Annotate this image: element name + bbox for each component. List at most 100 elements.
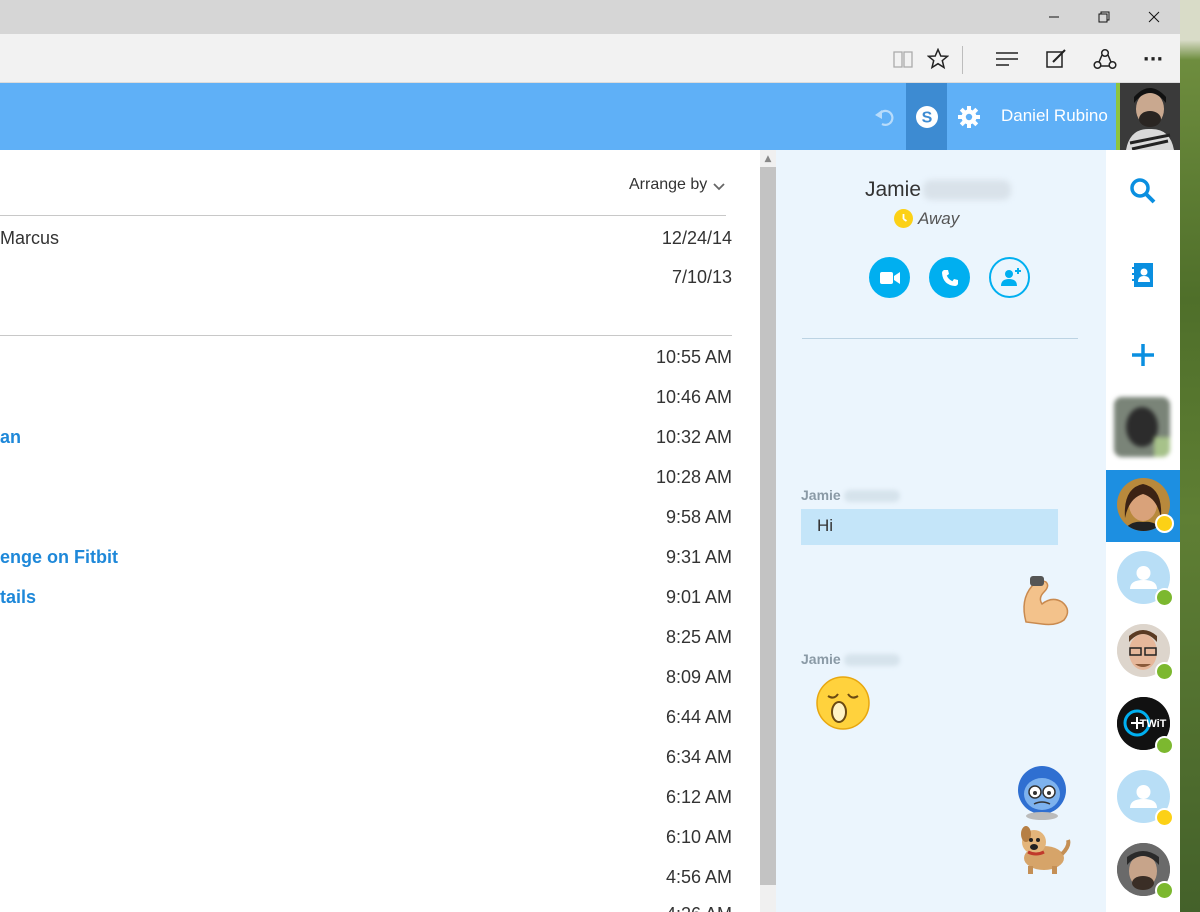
chat-message-bubble: Hi bbox=[801, 509, 1058, 545]
restore-button[interactable] bbox=[1080, 0, 1128, 34]
message-date: 10:55 AM bbox=[655, 347, 732, 367]
add-contact-icon bbox=[1000, 267, 1021, 286]
contact-first-name: Jamie bbox=[865, 178, 922, 201]
message-sender-label: Jamie bbox=[801, 487, 900, 503]
skype-icon: S bbox=[915, 105, 938, 128]
blurred-last-name bbox=[923, 180, 1012, 201]
voice-call-button[interactable] bbox=[929, 257, 970, 298]
sadness-character-emoticon bbox=[1018, 766, 1066, 820]
toolbar-separator bbox=[962, 46, 963, 74]
message-date: 8:09 AM bbox=[665, 667, 732, 687]
message-date: 7/10/13 bbox=[671, 267, 732, 287]
title-bar bbox=[0, 0, 1180, 34]
message-date: 6:12 AM bbox=[665, 787, 732, 807]
svg-text:S: S bbox=[921, 109, 932, 126]
more-icon: ··· bbox=[1142, 48, 1164, 70]
message-date: 6:44 AM bbox=[665, 707, 732, 727]
dog-emoticon bbox=[1021, 826, 1071, 874]
message-date: 8:25 AM bbox=[665, 627, 732, 647]
message-date: 6:10 AM bbox=[665, 827, 732, 847]
blurred-last-name bbox=[843, 654, 900, 667]
contacts-book-icon bbox=[1132, 263, 1153, 287]
scroll-thumb[interactable] bbox=[760, 167, 776, 885]
message-sender[interactable]: Marcus bbox=[0, 228, 59, 249]
message-subject[interactable]: enge on Fitbit bbox=[0, 547, 118, 568]
restore-icon bbox=[1098, 11, 1110, 23]
yawning-emoticon bbox=[816, 676, 870, 730]
chat-header-divider bbox=[802, 338, 1078, 339]
away-status-icon bbox=[894, 209, 913, 228]
skype-chat-panel: Jamie Away Jamie Hi Jamie bbox=[776, 150, 1106, 912]
minimize-button[interactable] bbox=[1030, 0, 1078, 34]
undo-icon bbox=[875, 109, 894, 126]
desktop-wallpaper bbox=[1180, 0, 1200, 912]
contact-status: Away bbox=[918, 209, 960, 228]
close-icon bbox=[1148, 11, 1160, 23]
away-presence-icon bbox=[1155, 514, 1174, 533]
message-date: 12/24/14 bbox=[661, 228, 732, 248]
browser-window: ··· S Daniel Rubino Arrange by Marcus 12… bbox=[0, 0, 1180, 912]
message-sender-label: Jamie bbox=[801, 651, 900, 667]
browser-toolbar: ··· bbox=[0, 34, 1180, 83]
voice-call-icon bbox=[941, 269, 958, 286]
message-date: 10:46 AM bbox=[655, 387, 732, 407]
skype-contacts-rail: TWiT bbox=[1106, 150, 1180, 912]
user-name[interactable]: Daniel Rubino bbox=[1001, 106, 1108, 126]
settings-button[interactable] bbox=[953, 83, 985, 150]
user-avatar[interactable] bbox=[1116, 83, 1180, 150]
clock-icon bbox=[902, 214, 907, 222]
avatar bbox=[1114, 397, 1170, 457]
online-presence-icon bbox=[1155, 662, 1174, 681]
contact-photo bbox=[1114, 397, 1170, 457]
message-subject[interactable]: tails bbox=[0, 587, 36, 608]
away-presence-icon bbox=[1155, 808, 1174, 827]
reading-view-icon bbox=[893, 51, 913, 68]
message-subject[interactable]: an bbox=[0, 427, 21, 448]
close-button[interactable] bbox=[1130, 0, 1178, 34]
skype-button[interactable]: S bbox=[906, 83, 947, 150]
share-icon bbox=[1093, 48, 1117, 70]
add-button[interactable] bbox=[1106, 336, 1180, 374]
settings-icon bbox=[958, 105, 980, 128]
video-call-button[interactable] bbox=[869, 257, 910, 298]
add-contact-button[interactable] bbox=[989, 257, 1030, 298]
favorite-star-icon bbox=[927, 48, 949, 70]
share-button[interactable] bbox=[1090, 44, 1120, 74]
undo-button[interactable] bbox=[868, 83, 900, 150]
online-presence-icon bbox=[1155, 881, 1174, 900]
user-photo bbox=[1120, 83, 1180, 150]
more-button[interactable]: ··· bbox=[1138, 44, 1168, 74]
search-icon bbox=[1130, 178, 1156, 204]
search-button[interactable] bbox=[1106, 172, 1180, 210]
video-call-icon bbox=[879, 271, 900, 284]
message-date: 9:58 AM bbox=[665, 507, 732, 527]
message-date: 9:01 AM bbox=[665, 587, 732, 607]
minimize-icon bbox=[1049, 16, 1059, 18]
hub-button[interactable] bbox=[992, 44, 1022, 74]
app-header: S Daniel Rubino bbox=[0, 83, 1180, 150]
hub-icon bbox=[996, 52, 1018, 66]
chevron-down-icon bbox=[713, 183, 725, 191]
message-list: Arrange by Marcus 12/24/14 7/10/13 10:55… bbox=[0, 150, 760, 912]
message-date: 9:31 AM bbox=[665, 547, 732, 567]
message-date: 10:32 AM bbox=[655, 427, 732, 447]
twit-badge-text: TWiT bbox=[1140, 718, 1167, 730]
message-list-scrollbar[interactable]: ▲ bbox=[760, 150, 776, 912]
group-divider bbox=[0, 335, 732, 336]
message-date: 4:56 AM bbox=[665, 867, 732, 887]
message-date: 10:28 AM bbox=[655, 467, 732, 487]
arrange-by-button[interactable]: Arrange by bbox=[629, 176, 707, 194]
flexed-biceps-emoticon bbox=[1023, 576, 1069, 626]
web-note-button[interactable] bbox=[1041, 44, 1071, 74]
message-date: 4:26 AM bbox=[666, 904, 732, 912]
message-date: 6:34 AM bbox=[665, 747, 732, 767]
online-presence-icon bbox=[1155, 588, 1174, 607]
online-presence-icon bbox=[1155, 736, 1174, 755]
group-divider bbox=[0, 215, 726, 216]
scroll-up-arrow-icon[interactable]: ▲ bbox=[760, 150, 776, 167]
reading-view-button[interactable] bbox=[888, 44, 918, 74]
contacts-button[interactable] bbox=[1106, 256, 1180, 294]
chat-contact-name: Jamie bbox=[865, 178, 1012, 202]
favorite-button[interactable] bbox=[923, 44, 953, 74]
blurred-last-name bbox=[843, 490, 900, 503]
